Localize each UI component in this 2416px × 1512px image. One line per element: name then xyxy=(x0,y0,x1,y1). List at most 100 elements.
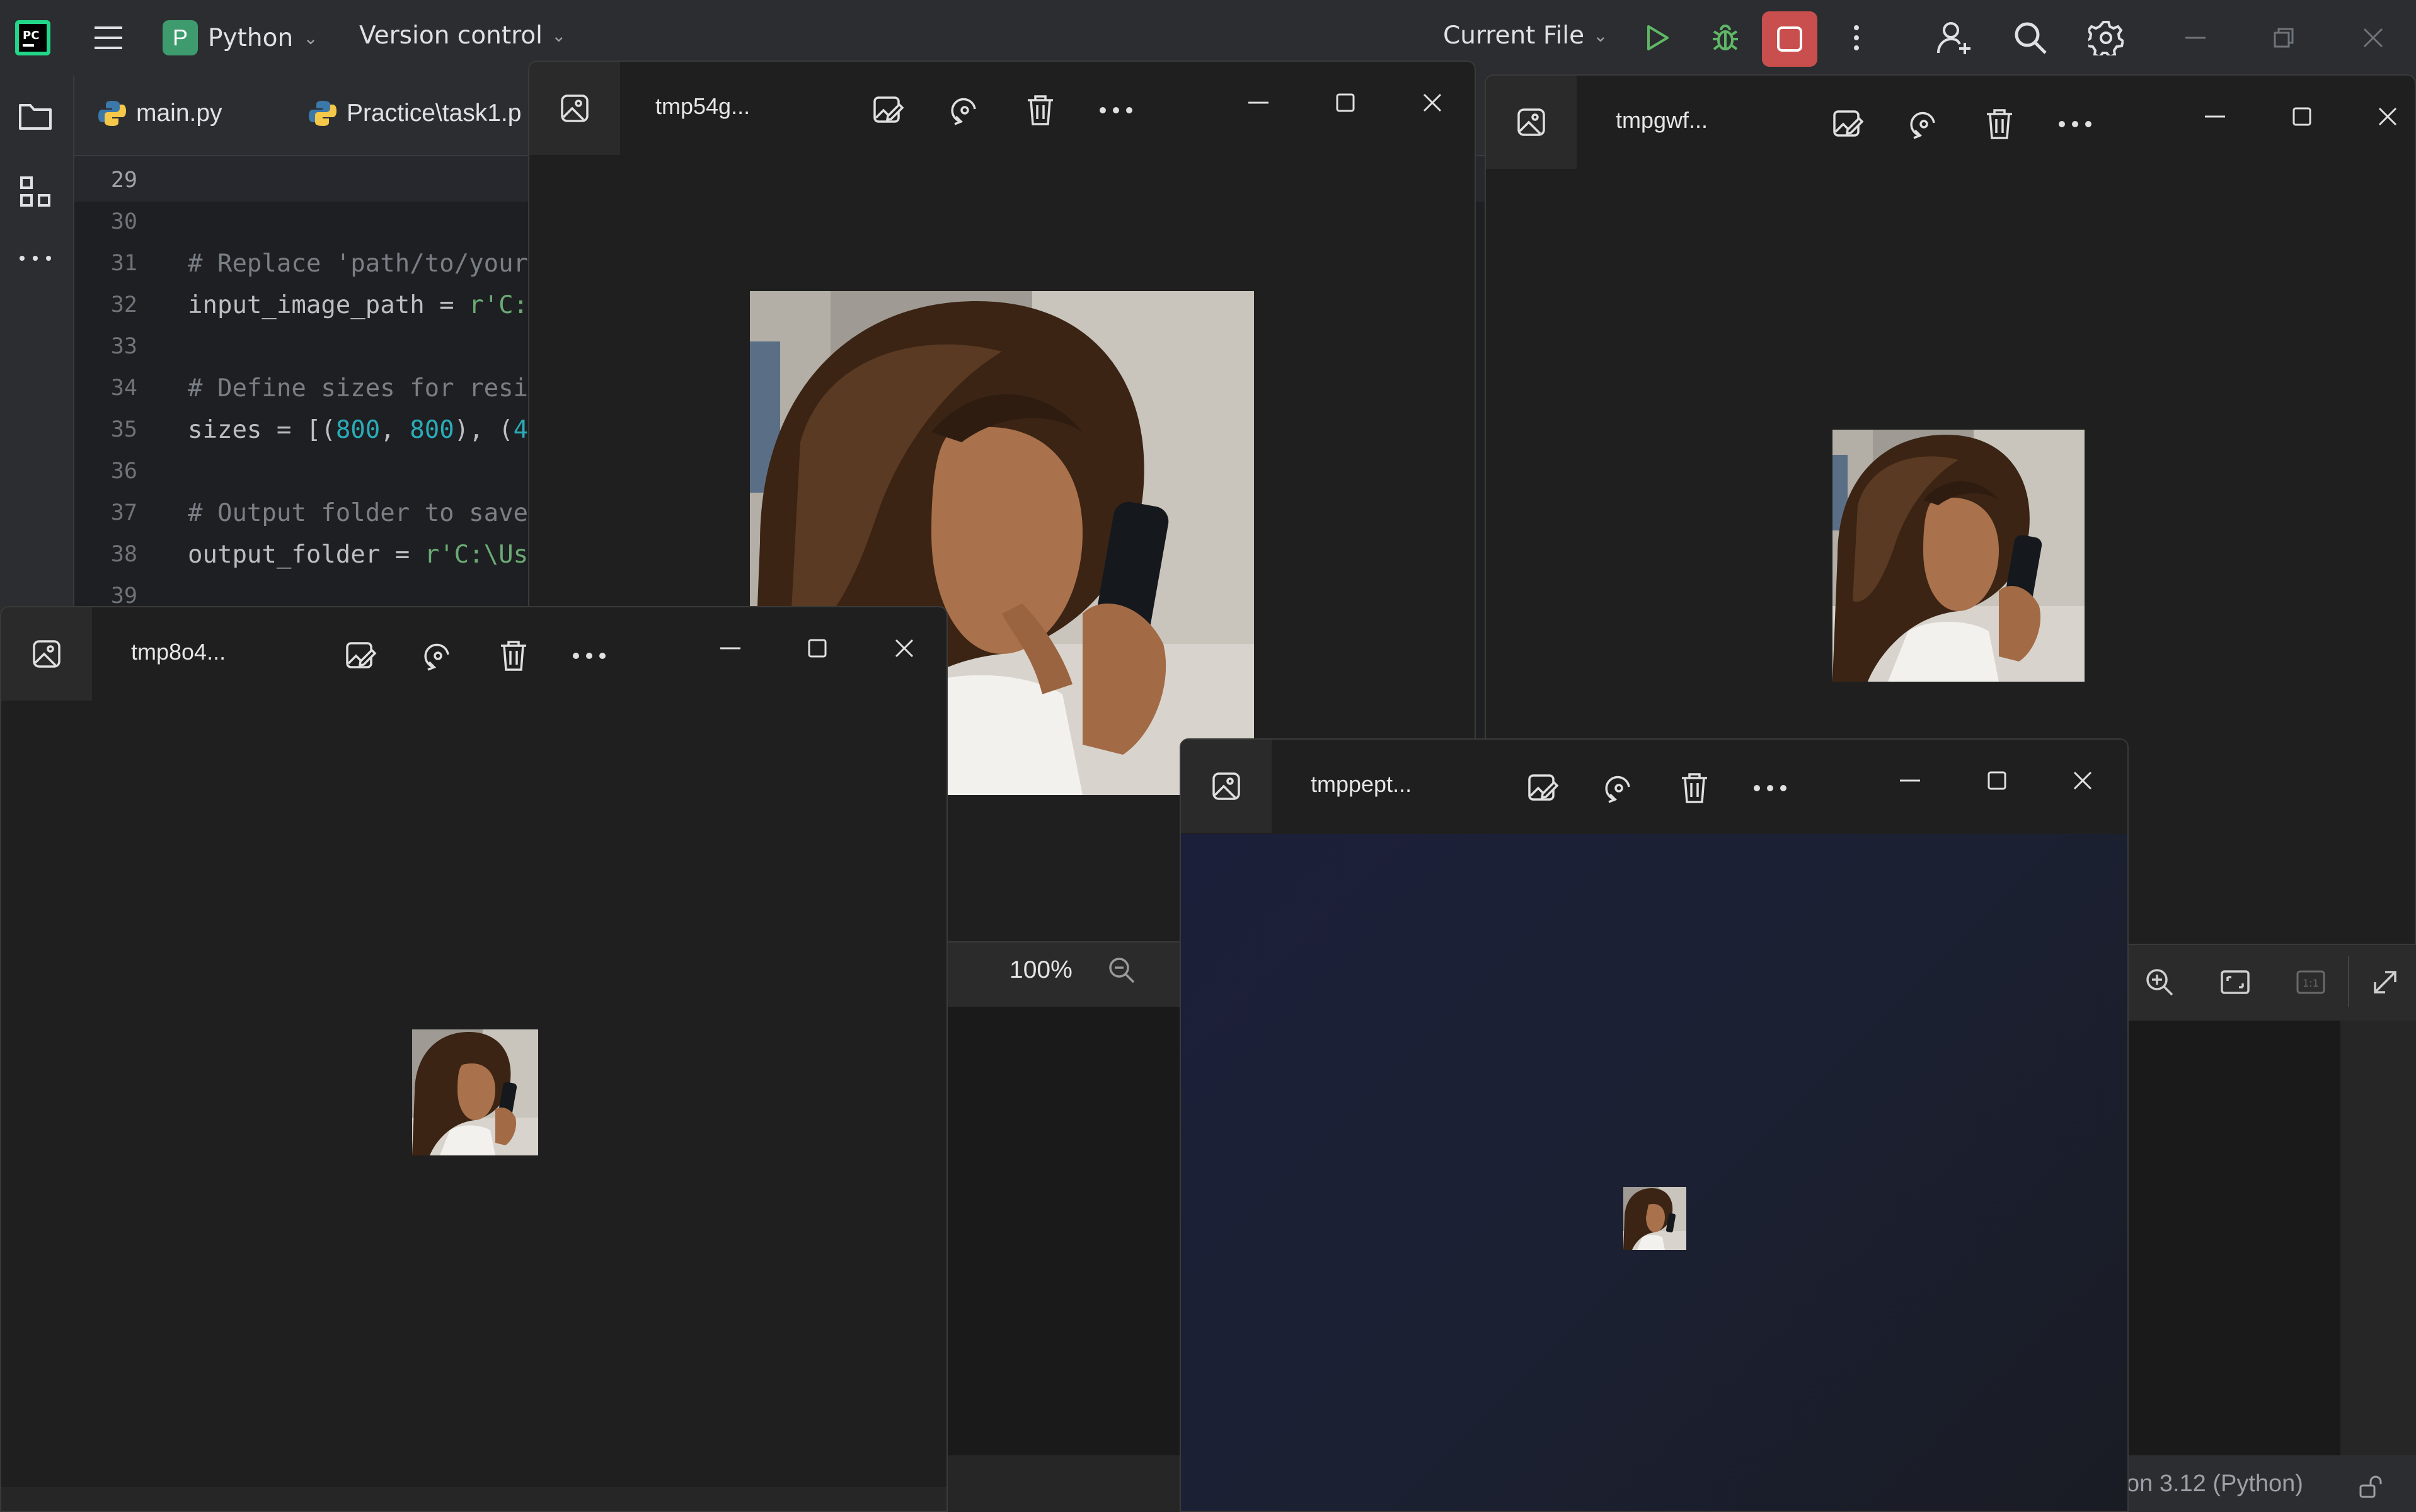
rotate-icon[interactable] xyxy=(1597,766,1641,810)
code-token: 800 xyxy=(410,416,454,444)
search-icon[interactable] xyxy=(2010,18,2051,58)
stop-button[interactable] xyxy=(1762,11,1817,67)
pycharm-logo-icon: PC xyxy=(14,19,52,57)
window-2-scroll-area xyxy=(2340,1021,2416,1462)
more-options-icon[interactable] xyxy=(567,634,611,678)
more-actions-icon[interactable] xyxy=(1838,19,1875,57)
line-number: 29 xyxy=(110,168,137,193)
actual-size-icon[interactable]: 1:1 xyxy=(2290,961,2332,1003)
photos-app-icon xyxy=(529,62,620,155)
project-selector[interactable]: P Python ⌄ xyxy=(163,19,318,57)
close-icon[interactable] xyxy=(2061,759,2105,803)
fit-to-window-icon[interactable] xyxy=(2214,961,2256,1003)
run-config-selector[interactable]: Current File ⌄ xyxy=(1443,21,1608,50)
python-interpreter[interactable]: on 3.12 (Python) xyxy=(2126,1470,2303,1498)
line-number: 35 xyxy=(110,417,137,442)
zoom-in-icon[interactable] xyxy=(2139,961,2180,1003)
run-config-label: Current File xyxy=(1443,21,1585,50)
close-icon[interactable] xyxy=(2366,94,2410,139)
maximize-icon[interactable] xyxy=(2280,94,2324,139)
minimize-icon[interactable] xyxy=(708,626,752,670)
maximize-icon[interactable] xyxy=(1975,759,2019,803)
line-number: 34 xyxy=(110,375,137,401)
ide-close-icon[interactable] xyxy=(2354,19,2392,57)
line-number: 37 xyxy=(110,500,137,525)
line-number: 32 xyxy=(110,292,137,318)
more-options-icon[interactable] xyxy=(2053,102,2097,146)
tab-main-py[interactable]: main.py xyxy=(98,100,222,127)
run-icon[interactable] xyxy=(1638,19,1676,57)
fullscreen-icon[interactable] xyxy=(2364,961,2406,1003)
delete-trash-icon[interactable] xyxy=(1018,88,1062,132)
svg-text:1:1: 1:1 xyxy=(2303,977,2319,989)
edit-image-icon[interactable] xyxy=(1826,102,1870,146)
python-file-icon xyxy=(98,100,126,127)
edit-image-icon[interactable] xyxy=(1521,766,1565,810)
close-icon[interactable] xyxy=(882,626,926,670)
woman-phone-photo xyxy=(1623,1187,1686,1250)
code-token: sizes = [( xyxy=(188,416,336,444)
settings-gear-icon[interactable] xyxy=(2086,18,2126,58)
python-file-icon xyxy=(309,100,337,127)
line-number: 31 xyxy=(110,251,137,276)
edit-image-icon[interactable] xyxy=(866,88,911,132)
line-number: 39 xyxy=(110,583,137,609)
rotate-icon[interactable] xyxy=(416,634,460,678)
unlock-icon[interactable] xyxy=(2353,1469,2388,1504)
zoom-toolbar-right: 1:1 xyxy=(2126,944,2416,1021)
delete-trash-icon[interactable] xyxy=(1977,102,2022,146)
code-line-34: # Define sizes for resiz xyxy=(188,374,543,403)
zoom-toolbar: 100% xyxy=(945,931,1185,1007)
code-line-35: sizes = [(800, 800), (40 xyxy=(188,416,543,444)
rotate-icon[interactable] xyxy=(1902,102,1946,146)
line-number: 33 xyxy=(110,334,137,359)
maximize-icon[interactable] xyxy=(795,626,839,670)
zoom-level: 100% xyxy=(1010,956,1073,983)
delete-trash-icon[interactable] xyxy=(492,634,536,678)
zoom-out-icon[interactable] xyxy=(1103,951,1141,989)
window-title: tmp8o4... xyxy=(131,639,226,665)
window-title: tmppept... xyxy=(1311,771,1412,797)
ide-status-bar: on 3.12 (Python) xyxy=(2126,1455,2416,1512)
rotate-icon[interactable] xyxy=(943,88,987,132)
photos-window-tmp8o4[interactable]: tmp8o4... xyxy=(0,606,948,1512)
window-title: tmpgwf... xyxy=(1616,107,1708,133)
delete-trash-icon[interactable] xyxy=(1672,766,1717,810)
more-tools-icon[interactable] xyxy=(15,246,55,271)
structure-icon[interactable] xyxy=(15,171,55,212)
photos-title-bar: tmp8o4... xyxy=(1,607,946,702)
code-token: r'C:\Use xyxy=(424,541,543,569)
add-user-icon[interactable] xyxy=(1935,18,1975,58)
minimize-icon[interactable] xyxy=(2193,94,2237,139)
minimize-icon[interactable] xyxy=(1236,81,1280,125)
code-line-32: input_image_path = r'C:\ xyxy=(188,291,543,319)
photos-title-bar: tmpgwf... xyxy=(1486,76,2415,170)
code-token: ), ( xyxy=(454,416,514,444)
photos-window-tmppept[interactable]: tmppept... xyxy=(1180,738,2129,1512)
window-2-canvas-lower xyxy=(2126,1021,2340,1462)
code-token: 800 xyxy=(335,416,381,444)
tab-practice-task1[interactable]: Practice\task1.p xyxy=(309,100,521,127)
close-icon[interactable] xyxy=(1410,81,1454,125)
more-options-icon[interactable] xyxy=(1094,88,1138,132)
code-line-38: output_folder = r'C:\Use xyxy=(188,541,543,569)
version-control-label: Version control xyxy=(359,21,543,50)
chevron-down-icon: ⌄ xyxy=(1593,25,1608,46)
window-status-strip xyxy=(1,1487,946,1511)
photos-app-icon xyxy=(1486,76,1577,169)
version-control-menu[interactable]: Version control ⌄ xyxy=(359,21,566,50)
maximize-icon[interactable] xyxy=(1323,81,1367,125)
photos-title-bar: tmp54g... xyxy=(529,62,1475,156)
project-folder-icon[interactable] xyxy=(15,96,55,136)
photos-app-icon xyxy=(1181,740,1272,833)
code-token: output_folder = xyxy=(188,541,425,569)
main-menu-icon[interactable] xyxy=(88,18,129,58)
ide-restore-icon[interactable] xyxy=(2265,19,2303,57)
minimize-icon[interactable] xyxy=(1888,759,1932,803)
edit-image-icon[interactable] xyxy=(339,634,383,678)
chevron-down-icon: ⌄ xyxy=(551,25,567,46)
window-title: tmp54g... xyxy=(655,93,751,119)
ide-minimize-icon[interactable] xyxy=(2177,19,2214,57)
more-options-icon[interactable] xyxy=(1748,766,1792,810)
debug-icon[interactable] xyxy=(1706,19,1744,57)
